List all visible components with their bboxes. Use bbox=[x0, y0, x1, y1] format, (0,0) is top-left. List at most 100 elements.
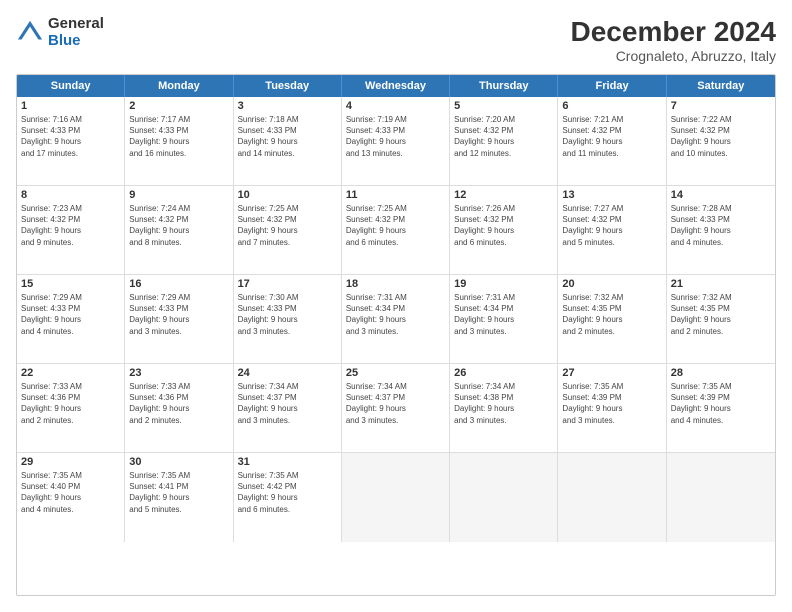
calendar-row-1: 1 Sunrise: 7:16 AM Sunset: 4:33 PM Daylig… bbox=[17, 97, 775, 186]
day-info: Sunrise: 7:18 AM Sunset: 4:33 PM Dayligh… bbox=[238, 114, 337, 159]
day-number: 25 bbox=[346, 367, 445, 379]
day-number: 13 bbox=[562, 189, 661, 201]
day-number: 22 bbox=[21, 367, 120, 379]
weekday-header-thursday: Thursday bbox=[450, 75, 558, 97]
weekday-header-friday: Friday bbox=[558, 75, 666, 97]
calendar-day-21: 21 Sunrise: 7:32 AM Sunset: 4:35 PM Dayli… bbox=[667, 275, 775, 363]
day-info: Sunrise: 7:22 AM Sunset: 4:32 PM Dayligh… bbox=[671, 114, 771, 159]
calendar-day-empty bbox=[558, 453, 666, 542]
calendar-row-3: 15 Sunrise: 7:29 AM Sunset: 4:33 PM Dayli… bbox=[17, 275, 775, 364]
calendar-day-26: 26 Sunrise: 7:34 AM Sunset: 4:38 PM Dayli… bbox=[450, 364, 558, 452]
day-info: Sunrise: 7:34 AM Sunset: 4:38 PM Dayligh… bbox=[454, 381, 553, 426]
day-info: Sunrise: 7:29 AM Sunset: 4:33 PM Dayligh… bbox=[129, 292, 228, 337]
day-info: Sunrise: 7:25 AM Sunset: 4:32 PM Dayligh… bbox=[346, 203, 445, 248]
day-info: Sunrise: 7:23 AM Sunset: 4:32 PM Dayligh… bbox=[21, 203, 120, 248]
day-number: 23 bbox=[129, 367, 228, 379]
calendar: SundayMondayTuesdayWednesdayThursdayFrid… bbox=[16, 74, 776, 596]
day-number: 27 bbox=[562, 367, 661, 379]
logo: General Blue bbox=[16, 16, 104, 49]
day-info: Sunrise: 7:33 AM Sunset: 4:36 PM Dayligh… bbox=[129, 381, 228, 426]
calendar-day-3: 3Sunrise: 7:18 AM Sunset: 4:33 PM Daylig… bbox=[234, 97, 342, 185]
day-number: 1 bbox=[21, 100, 120, 112]
weekday-header-wednesday: Wednesday bbox=[342, 75, 450, 97]
calendar-day-empty bbox=[450, 453, 558, 542]
day-info: Sunrise: 7:31 AM Sunset: 4:34 PM Dayligh… bbox=[346, 292, 445, 337]
day-number: 17 bbox=[238, 278, 337, 290]
day-number: 11 bbox=[346, 189, 445, 201]
title-section: December 2024 Crognaleto, Abruzzo, Italy bbox=[571, 16, 776, 64]
calendar-day-16: 16 Sunrise: 7:29 AM Sunset: 4:33 PM Dayli… bbox=[125, 275, 233, 363]
day-info: Sunrise: 7:26 AM Sunset: 4:32 PM Dayligh… bbox=[454, 203, 553, 248]
calendar-day-28: 28 Sunrise: 7:35 AM Sunset: 4:39 PM Dayli… bbox=[667, 364, 775, 452]
day-number: 10 bbox=[238, 189, 337, 201]
calendar-day-27: 27 Sunrise: 7:35 AM Sunset: 4:39 PM Dayli… bbox=[558, 364, 666, 452]
day-number: 24 bbox=[238, 367, 337, 379]
day-info: Sunrise: 7:27 AM Sunset: 4:32 PM Dayligh… bbox=[562, 203, 661, 248]
calendar-day-23: 23 Sunrise: 7:33 AM Sunset: 4:36 PM Dayli… bbox=[125, 364, 233, 452]
day-info: Sunrise: 7:35 AM Sunset: 4:42 PM Dayligh… bbox=[238, 470, 337, 515]
day-info: Sunrise: 7:35 AM Sunset: 4:39 PM Dayligh… bbox=[671, 381, 771, 426]
day-info: Sunrise: 7:17 AM Sunset: 4:33 PM Dayligh… bbox=[129, 114, 228, 159]
calendar-day-24: 24 Sunrise: 7:34 AM Sunset: 4:37 PM Dayli… bbox=[234, 364, 342, 452]
day-info: Sunrise: 7:35 AM Sunset: 4:40 PM Dayligh… bbox=[21, 470, 120, 515]
calendar-day-9: 9Sunrise: 7:24 AM Sunset: 4:32 PM Daylig… bbox=[125, 186, 233, 274]
day-number: 20 bbox=[562, 278, 661, 290]
location-subtitle: Crognaleto, Abruzzo, Italy bbox=[571, 48, 776, 64]
day-number: 21 bbox=[671, 278, 771, 290]
logo-general-text: General bbox=[48, 16, 104, 33]
day-number: 26 bbox=[454, 367, 553, 379]
day-info: Sunrise: 7:28 AM Sunset: 4:33 PM Dayligh… bbox=[671, 203, 771, 248]
weekday-header-sunday: Sunday bbox=[17, 75, 125, 97]
calendar-day-22: 22 Sunrise: 7:33 AM Sunset: 4:36 PM Dayli… bbox=[17, 364, 125, 452]
day-info: Sunrise: 7:32 AM Sunset: 4:35 PM Dayligh… bbox=[671, 292, 771, 337]
day-number: 6 bbox=[562, 100, 661, 112]
calendar-day-20: 20 Sunrise: 7:32 AM Sunset: 4:35 PM Dayli… bbox=[558, 275, 666, 363]
calendar-row-5: 29 Sunrise: 7:35 AM Sunset: 4:40 PM Dayli… bbox=[17, 453, 775, 542]
calendar-day-10: 10 Sunrise: 7:25 AM Sunset: 4:32 PM Dayli… bbox=[234, 186, 342, 274]
day-number: 28 bbox=[671, 367, 771, 379]
day-info: Sunrise: 7:33 AM Sunset: 4:36 PM Dayligh… bbox=[21, 381, 120, 426]
calendar-day-17: 17 Sunrise: 7:30 AM Sunset: 4:33 PM Dayli… bbox=[234, 275, 342, 363]
calendar-day-31: 31 Sunrise: 7:35 AM Sunset: 4:42 PM Dayli… bbox=[234, 453, 342, 542]
calendar-header: SundayMondayTuesdayWednesdayThursdayFrid… bbox=[17, 75, 775, 97]
calendar-day-12: 12Sunrise: 7:26 AM Sunset: 4:32 PM Dayli… bbox=[450, 186, 558, 274]
calendar-day-30: 30 Sunrise: 7:35 AM Sunset: 4:41 PM Dayli… bbox=[125, 453, 233, 542]
calendar-day-13: 13 Sunrise: 7:27 AM Sunset: 4:32 PM Dayli… bbox=[558, 186, 666, 274]
calendar-day-empty bbox=[667, 453, 775, 542]
day-number: 14 bbox=[671, 189, 771, 201]
day-info: Sunrise: 7:34 AM Sunset: 4:37 PM Dayligh… bbox=[238, 381, 337, 426]
day-info: Sunrise: 7:35 AM Sunset: 4:41 PM Dayligh… bbox=[129, 470, 228, 515]
day-info: Sunrise: 7:30 AM Sunset: 4:33 PM Dayligh… bbox=[238, 292, 337, 337]
calendar-day-6: 6 Sunrise: 7:21 AM Sunset: 4:32 PM Daylig… bbox=[558, 97, 666, 185]
calendar-day-5: 5Sunrise: 7:20 AM Sunset: 4:32 PM Daylig… bbox=[450, 97, 558, 185]
day-number: 31 bbox=[238, 456, 337, 468]
day-info: Sunrise: 7:21 AM Sunset: 4:32 PM Dayligh… bbox=[562, 114, 661, 159]
calendar-day-14: 14 Sunrise: 7:28 AM Sunset: 4:33 PM Dayli… bbox=[667, 186, 775, 274]
calendar-row-4: 22 Sunrise: 7:33 AM Sunset: 4:36 PM Dayli… bbox=[17, 364, 775, 453]
day-number: 29 bbox=[21, 456, 120, 468]
day-info: Sunrise: 7:34 AM Sunset: 4:37 PM Dayligh… bbox=[346, 381, 445, 426]
calendar-day-1: 1 Sunrise: 7:16 AM Sunset: 4:33 PM Daylig… bbox=[17, 97, 125, 185]
day-info: Sunrise: 7:25 AM Sunset: 4:32 PM Dayligh… bbox=[238, 203, 337, 248]
calendar-day-15: 15 Sunrise: 7:29 AM Sunset: 4:33 PM Dayli… bbox=[17, 275, 125, 363]
day-number: 16 bbox=[129, 278, 228, 290]
day-number: 18 bbox=[346, 278, 445, 290]
day-info: Sunrise: 7:35 AM Sunset: 4:39 PM Dayligh… bbox=[562, 381, 661, 426]
day-info: Sunrise: 7:24 AM Sunset: 4:32 PM Dayligh… bbox=[129, 203, 228, 248]
logo-text: General Blue bbox=[48, 16, 104, 49]
calendar-day-25: 25 Sunrise: 7:34 AM Sunset: 4:37 PM Dayli… bbox=[342, 364, 450, 452]
day-info: Sunrise: 7:32 AM Sunset: 4:35 PM Dayligh… bbox=[562, 292, 661, 337]
day-number: 30 bbox=[129, 456, 228, 468]
calendar-day-19: 19Sunrise: 7:31 AM Sunset: 4:34 PM Dayli… bbox=[450, 275, 558, 363]
weekday-header-tuesday: Tuesday bbox=[234, 75, 342, 97]
day-number: 15 bbox=[21, 278, 120, 290]
calendar-day-8: 8 Sunrise: 7:23 AM Sunset: 4:32 PM Daylig… bbox=[17, 186, 125, 274]
day-info: Sunrise: 7:16 AM Sunset: 4:33 PM Dayligh… bbox=[21, 114, 120, 159]
calendar-day-29: 29 Sunrise: 7:35 AM Sunset: 4:40 PM Dayli… bbox=[17, 453, 125, 542]
day-number: 8 bbox=[21, 189, 120, 201]
day-info: Sunrise: 7:29 AM Sunset: 4:33 PM Dayligh… bbox=[21, 292, 120, 337]
header: General Blue December 2024 Crognaleto, A… bbox=[16, 16, 776, 64]
day-number: 2 bbox=[129, 100, 228, 112]
calendar-day-empty bbox=[342, 453, 450, 542]
calendar-row-2: 8 Sunrise: 7:23 AM Sunset: 4:32 PM Daylig… bbox=[17, 186, 775, 275]
